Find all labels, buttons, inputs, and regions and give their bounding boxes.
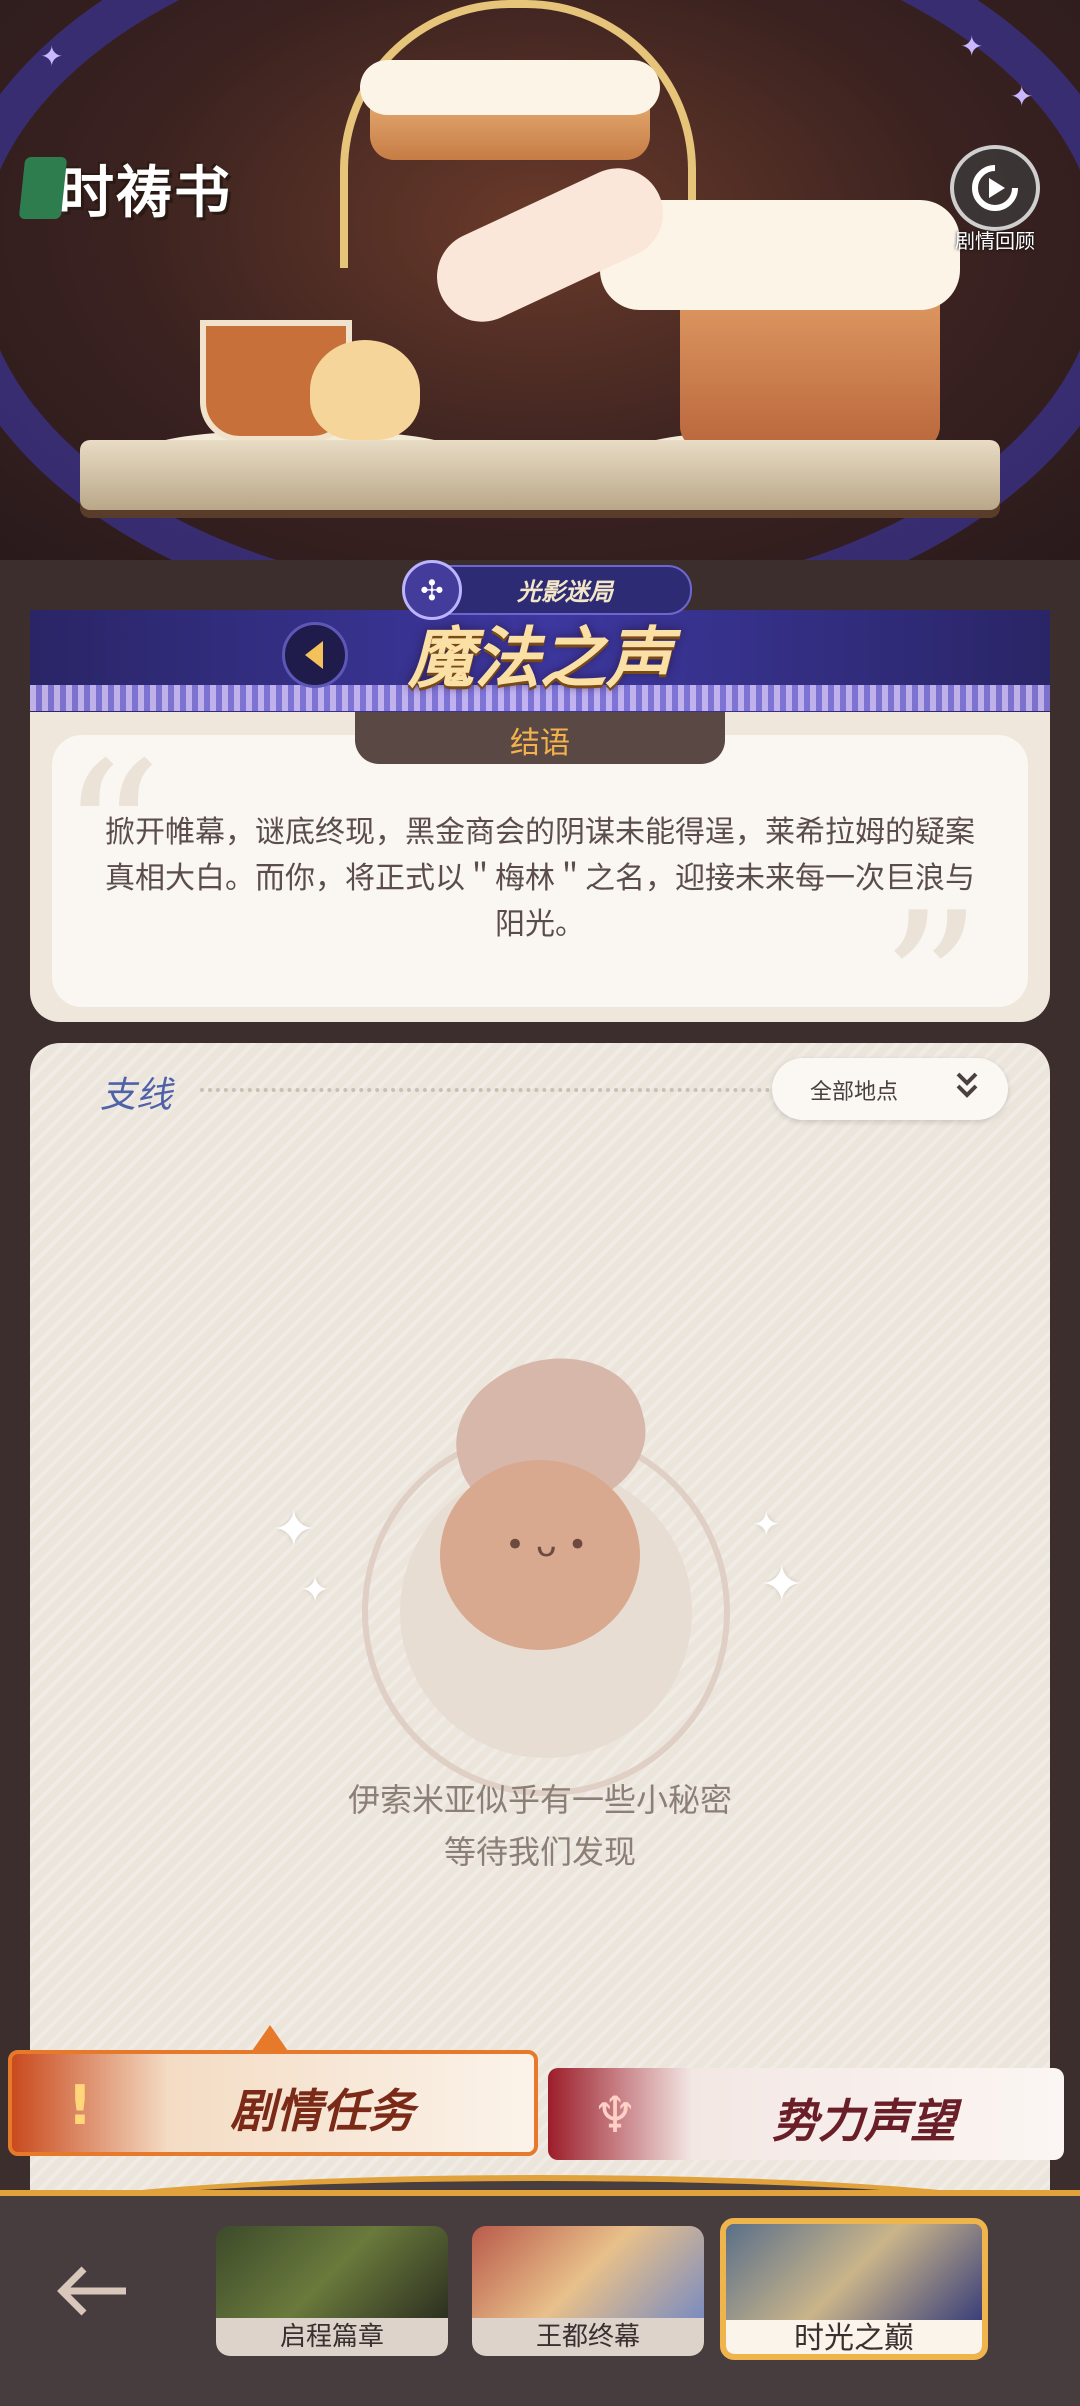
chapter-label: 启程篇章 xyxy=(216,2318,448,2356)
side-quest-title: 支线 xyxy=(100,1075,173,1116)
sparkle-icon: ✦ xyxy=(272,1500,316,1560)
replay-button[interactable] xyxy=(950,145,1040,231)
open-book xyxy=(80,440,1000,510)
chapter-thumbnail xyxy=(726,2224,982,2320)
category-label: 光影迷局 xyxy=(517,578,613,606)
empty-state-text: 伊索米亚似乎有一些小秘密 等待我们发现 xyxy=(240,1774,840,1878)
logo-badge xyxy=(18,157,68,219)
app-logo: 时祷书 xyxy=(18,148,232,228)
sparkle-icon: ✦ xyxy=(760,1555,804,1615)
cat xyxy=(310,340,420,440)
empty-state-line-2: 等待我们发现 xyxy=(443,1833,636,1871)
sparkle-icon: ✦ xyxy=(300,1570,331,1611)
chapter-card-royal-capital[interactable]: 王都终幕 xyxy=(472,2226,704,2356)
double-chevron-down-icon xyxy=(952,1070,982,1109)
star-icon: ✦ xyxy=(1010,80,1034,113)
conclusion-text: 掀开帷幕，谜底终现，黑金商会的阴谋未能得逞，莱希拉姆的疑案真相大白。而你，将正式… xyxy=(105,815,975,942)
active-tab-indicator xyxy=(252,2025,288,2051)
replay-label: 剧情回顾 xyxy=(955,229,1035,253)
mascot-face-icon: • ᴗ • xyxy=(505,1525,588,1565)
location-filter-label: 全部地点 xyxy=(810,1080,899,1105)
chapter-title: 魔法之声 xyxy=(408,619,672,697)
empty-state-line-1: 伊索米亚似乎有一些小秘密 xyxy=(347,1781,732,1819)
chevron-left-icon xyxy=(305,641,323,669)
chapter-thumbnail xyxy=(472,2226,704,2318)
chapter-label: 王都终幕 xyxy=(472,2318,704,2356)
chapter-thumbnail xyxy=(216,2226,448,2318)
faction-reputation-icon: ♆ xyxy=(592,2086,638,2144)
divider xyxy=(200,1088,770,1092)
tab-faction-reputation-label: 势力声望 xyxy=(772,2094,956,2148)
chapter-label: 时光之巅 xyxy=(726,2320,982,2354)
star-icon: ✦ xyxy=(40,40,64,73)
tab-story-mission-label: 剧情任务 xyxy=(230,2084,414,2138)
arrow-left-icon xyxy=(57,2266,126,2316)
hero-illustration: ✦ ✦ ✦ xyxy=(0,0,1080,560)
sparkle-icon: ✦ xyxy=(752,1505,781,1545)
chapter-card-summit-of-time[interactable]: 时光之巅 xyxy=(720,2218,988,2360)
conclusion-tag-label: 结语 xyxy=(510,726,570,761)
chapter-back-button[interactable] xyxy=(282,622,348,688)
back-button[interactable] xyxy=(52,2256,132,2338)
chapter-card-departure[interactable]: 启程篇章 xyxy=(216,2226,448,2356)
icing xyxy=(360,60,660,115)
star-icon: ✦ xyxy=(960,30,984,63)
replay-icon xyxy=(972,165,1018,211)
story-mission-icon: ! xyxy=(67,2073,93,2137)
